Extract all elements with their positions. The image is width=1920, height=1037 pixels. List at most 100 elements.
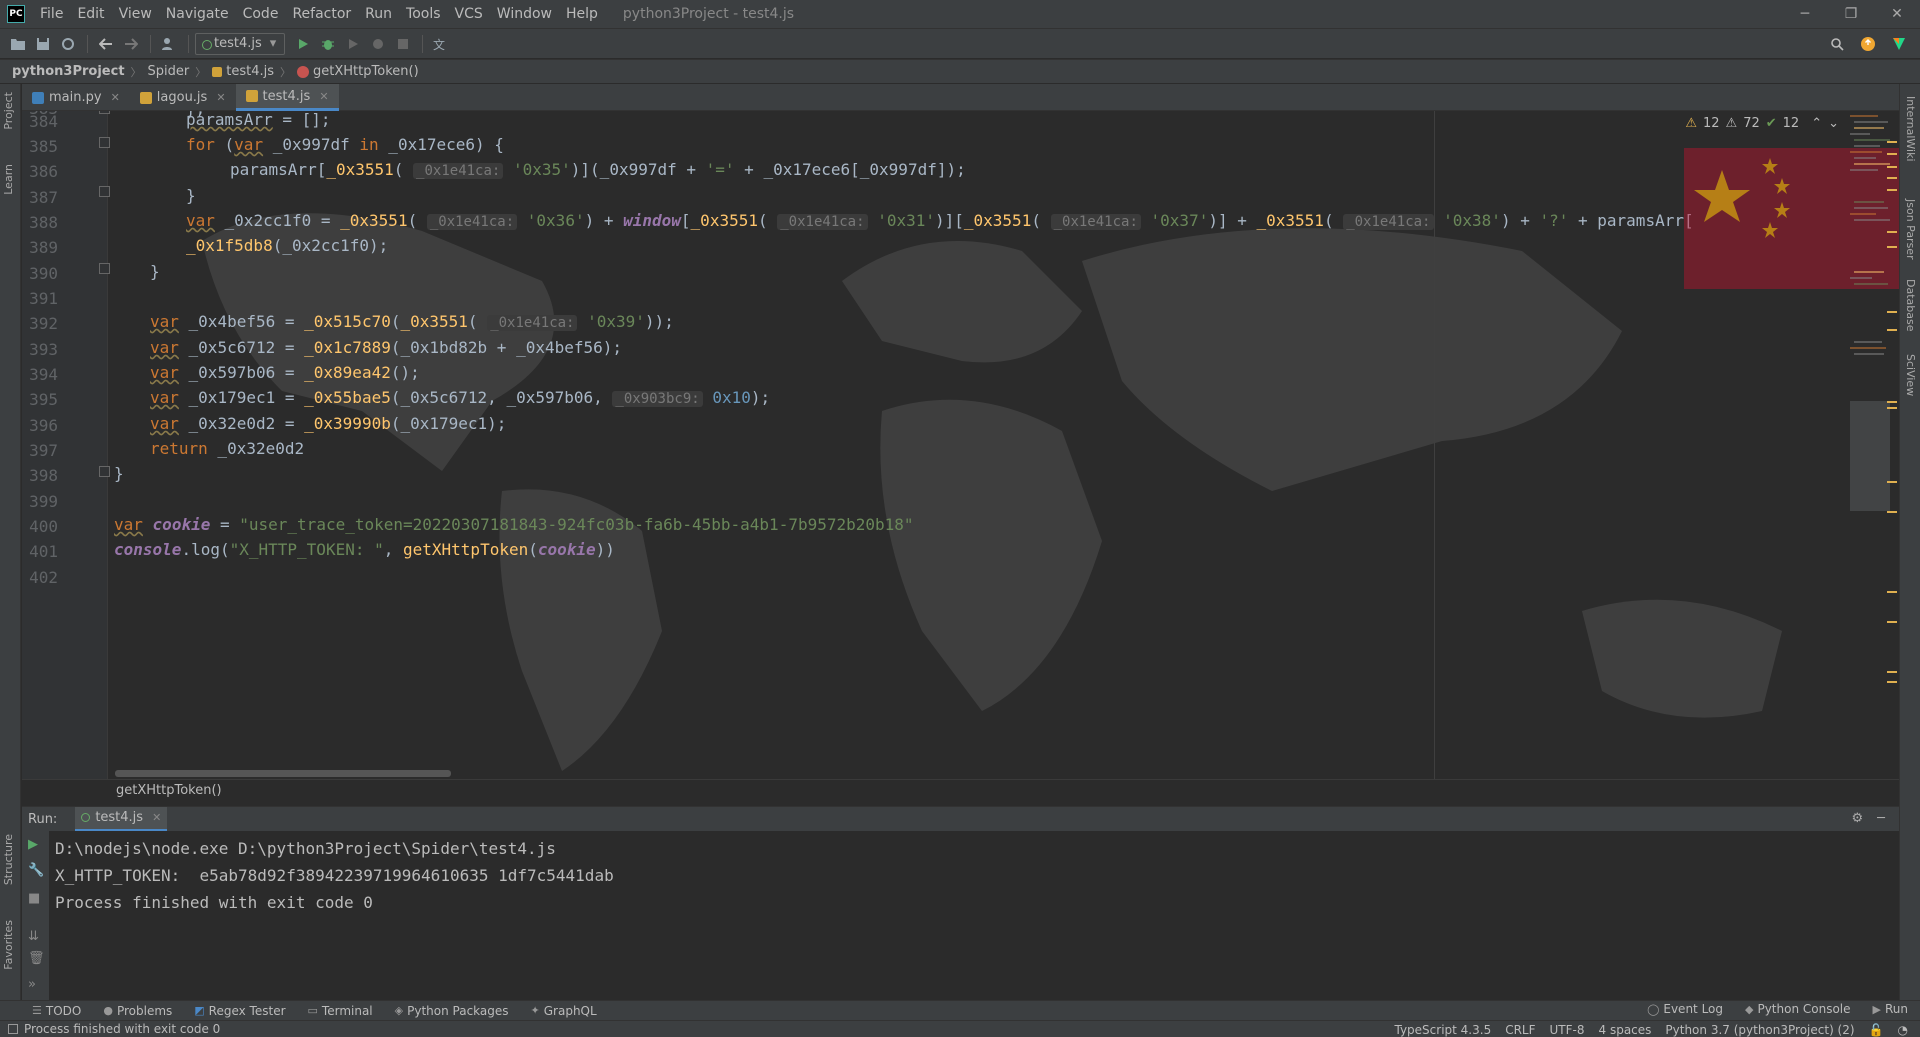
line-number[interactable]: 384 bbox=[22, 112, 58, 132]
stop-icon[interactable] bbox=[391, 32, 415, 56]
fold-marker-icon[interactable] bbox=[99, 111, 110, 114]
menu-vcs[interactable]: VCS bbox=[448, 0, 490, 28]
menu-tools[interactable]: Tools bbox=[399, 0, 448, 28]
status-line-separator[interactable]: CRLF bbox=[1505, 1023, 1535, 1037]
line-number[interactable]: 401 bbox=[22, 542, 58, 562]
tool-run[interactable]: ▶ Run bbox=[1873, 1002, 1908, 1016]
menu-code[interactable]: Code bbox=[236, 0, 286, 28]
code-content[interactable]: }; paramsArr = []; for (var _0x997df in … bbox=[114, 111, 1854, 779]
more-icon[interactable]: » bbox=[28, 977, 36, 992]
debug-bug-icon[interactable] bbox=[316, 32, 340, 56]
search-icon[interactable] bbox=[1825, 32, 1849, 56]
line-number[interactable]: 399 bbox=[22, 492, 58, 512]
chevron-down-icon[interactable]: ⌄ bbox=[1828, 116, 1839, 131]
plugin-logo-icon[interactable] bbox=[1887, 32, 1911, 56]
memory-indicator-icon[interactable]: ◔ bbox=[1898, 1023, 1908, 1037]
hide-panel-icon[interactable]: ─ bbox=[1877, 811, 1885, 826]
error-stripe[interactable] bbox=[1885, 111, 1899, 779]
line-number[interactable]: 393 bbox=[22, 340, 58, 360]
line-number[interactable]: 391 bbox=[22, 289, 58, 309]
line-number[interactable]: 387 bbox=[22, 188, 58, 208]
open-folder-icon[interactable] bbox=[6, 32, 30, 56]
rerun-icon[interactable]: ▶ bbox=[28, 837, 38, 852]
breadcrumb-file[interactable]: test4.js bbox=[226, 64, 274, 79]
tool-tab-learn[interactable]: Learn bbox=[2, 164, 15, 195]
close-icon[interactable]: ✕ bbox=[319, 90, 328, 103]
tool-tab-project[interactable]: Project bbox=[2, 92, 15, 130]
horizontal-scrollbar[interactable] bbox=[115, 770, 451, 777]
tool-terminal[interactable]: ▭ Terminal bbox=[308, 1004, 373, 1018]
tool-tab-json-parser[interactable]: Json Parser bbox=[1904, 199, 1917, 260]
chevron-up-icon[interactable]: ⌃ bbox=[1811, 116, 1822, 131]
fold-marker-icon[interactable] bbox=[99, 186, 110, 197]
menu-help[interactable]: Help bbox=[559, 0, 605, 28]
menu-edit[interactable]: Edit bbox=[70, 0, 111, 28]
tool-problems[interactable]: ● Problems bbox=[103, 1004, 172, 1018]
tool-tab-database[interactable]: Database bbox=[1904, 279, 1917, 332]
close-icon[interactable]: ✕ bbox=[111, 91, 120, 104]
code-structure-breadcrumb[interactable]: getXHttpToken() bbox=[22, 779, 1899, 802]
tool-tab-favorites[interactable]: Favorites bbox=[2, 920, 15, 970]
menu-view[interactable]: View bbox=[112, 0, 159, 28]
line-number[interactable]: 385 bbox=[22, 137, 58, 157]
translate-icon[interactable]: 文 bbox=[429, 32, 453, 56]
scroll-to-end-icon[interactable]: ⇊ bbox=[28, 929, 39, 944]
inspection-widget[interactable]: ⚠ 12 ⚠ 72 ✔ 12 ⌃ ⌄ bbox=[1685, 116, 1839, 131]
tool-event-log[interactable]: ◯ Event Log bbox=[1647, 1002, 1723, 1016]
tab-main-py[interactable]: main.py ✕ bbox=[22, 84, 130, 111]
line-number[interactable]: 396 bbox=[22, 416, 58, 436]
menu-file[interactable]: File bbox=[33, 0, 70, 28]
line-number[interactable]: 388 bbox=[22, 213, 58, 233]
menu-navigate[interactable]: Navigate bbox=[159, 0, 236, 28]
breadcrumb-folder[interactable]: Spider bbox=[148, 64, 190, 79]
stop-icon[interactable]: ■ bbox=[28, 891, 40, 906]
status-encoding[interactable]: UTF-8 bbox=[1550, 1023, 1585, 1037]
update-notification-icon[interactable] bbox=[1856, 32, 1880, 56]
back-arrow-icon[interactable] bbox=[94, 32, 118, 56]
sync-icon[interactable] bbox=[56, 32, 80, 56]
tab-lagou-js[interactable]: lagou.js ✕ bbox=[130, 84, 236, 111]
tab-test4-js[interactable]: test4.js ✕ bbox=[235, 84, 339, 111]
tool-python-packages[interactable]: ◈ Python Packages bbox=[395, 1004, 509, 1018]
close-icon[interactable]: ✕ bbox=[152, 811, 161, 824]
panel-toggle-icon[interactable] bbox=[8, 1024, 18, 1034]
status-language[interactable]: TypeScript 4.3.5 bbox=[1394, 1023, 1491, 1037]
close-icon[interactable]: ✕ bbox=[216, 91, 225, 104]
save-icon[interactable] bbox=[31, 32, 55, 56]
line-number[interactable]: 400 bbox=[22, 517, 58, 537]
tool-tab-structure[interactable]: Structure bbox=[2, 834, 15, 885]
fold-marker-icon[interactable] bbox=[99, 466, 110, 477]
line-number[interactable]: 390 bbox=[22, 264, 58, 284]
line-number[interactable]: 389 bbox=[22, 238, 58, 258]
run-configuration-dropdown[interactable]: test4.js ▾ bbox=[195, 32, 286, 55]
menu-window[interactable]: Window bbox=[490, 0, 559, 28]
profile-icon[interactable] bbox=[366, 32, 390, 56]
line-number[interactable]: 398 bbox=[22, 466, 58, 486]
status-indent[interactable]: 4 spaces bbox=[1599, 1023, 1652, 1037]
breadcrumb-project[interactable]: python3Project bbox=[12, 64, 125, 79]
tool-python-console[interactable]: ◆ Python Console bbox=[1745, 1002, 1851, 1016]
run-console-output[interactable]: D:\nodejs\node.exe D:\python3Project\Spi… bbox=[49, 831, 1899, 1009]
line-number[interactable]: 392 bbox=[22, 314, 58, 334]
code-editor[interactable]: 3833843853863873883893903913923933943953… bbox=[22, 111, 1899, 779]
coverage-icon[interactable] bbox=[341, 32, 365, 56]
run-play-icon[interactable] bbox=[291, 32, 315, 56]
forward-arrow-icon[interactable] bbox=[119, 32, 143, 56]
line-number[interactable]: 397 bbox=[22, 441, 58, 461]
tool-regex-tester[interactable]: ◩ Regex Tester bbox=[194, 1004, 285, 1018]
lock-icon[interactable]: 🔓 bbox=[1869, 1023, 1884, 1037]
tool-tab-sciview[interactable]: SciView bbox=[1904, 354, 1917, 396]
line-number[interactable]: 395 bbox=[22, 390, 58, 410]
line-number[interactable]: 402 bbox=[22, 568, 58, 588]
close-button[interactable]: ✕ bbox=[1874, 0, 1920, 28]
fold-marker-icon[interactable] bbox=[99, 137, 110, 148]
tool-graphql[interactable]: ✦ GraphQL bbox=[531, 1004, 597, 1018]
tool-tab-internalwiki[interactable]: InternalWiki bbox=[1904, 96, 1917, 162]
wrench-icon[interactable]: 🔧 bbox=[28, 863, 44, 878]
tool-todo[interactable]: ☰ TODO bbox=[32, 1004, 81, 1018]
minimize-button[interactable]: ─ bbox=[1782, 0, 1828, 28]
trash-icon[interactable]: 🗑 bbox=[28, 951, 45, 966]
fold-marker-icon[interactable] bbox=[99, 263, 110, 274]
line-number[interactable]: 386 bbox=[22, 162, 58, 182]
restore-button[interactable]: ❐ bbox=[1828, 0, 1874, 28]
